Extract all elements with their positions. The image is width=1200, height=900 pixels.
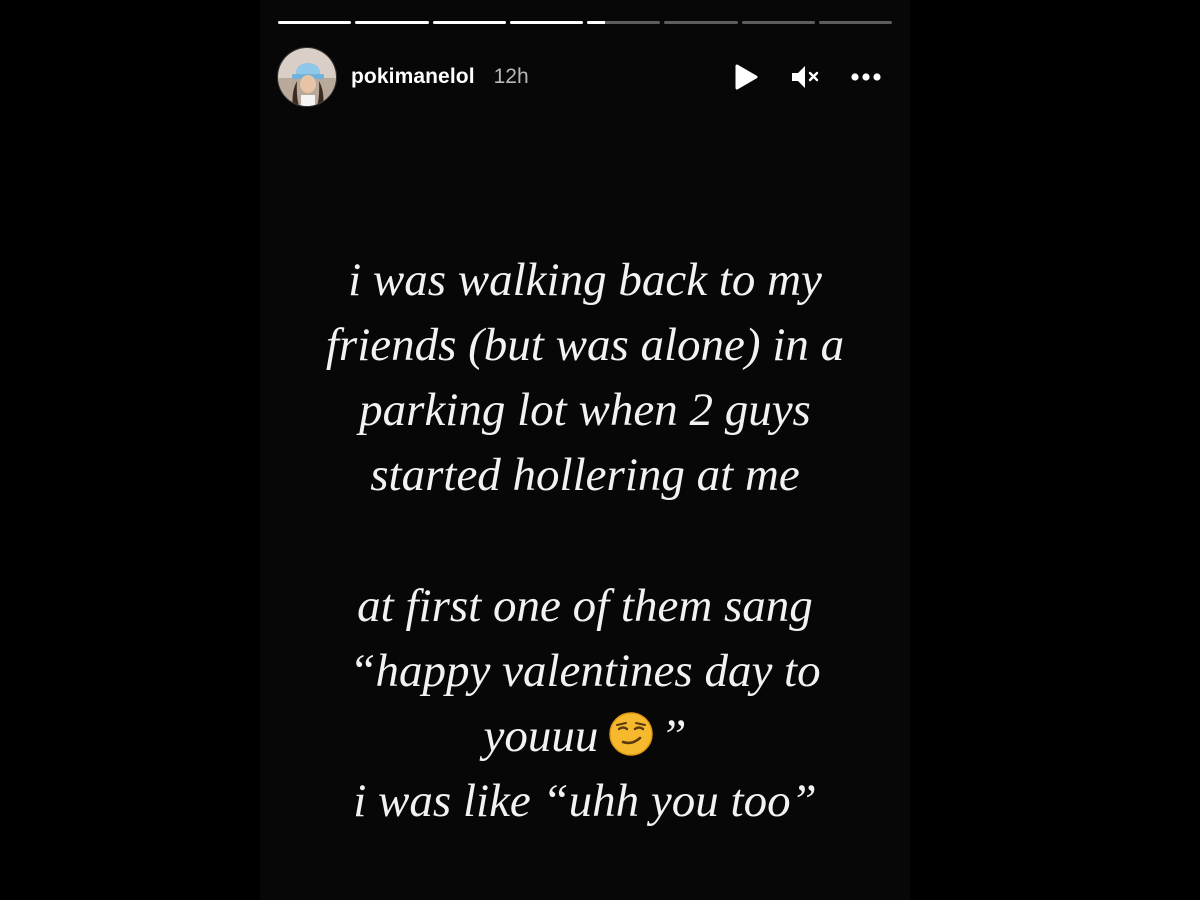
username[interactable]: pokimanelol: [351, 65, 475, 89]
more-options-icon: [851, 73, 881, 81]
story-text-line-with-emoji: youuu ”: [260, 704, 910, 769]
progress-segment: [664, 21, 738, 24]
mute-button[interactable]: [790, 61, 822, 93]
progress-segment: [509, 21, 583, 24]
play-icon: [735, 64, 758, 90]
smirking-face-emoji-icon: [609, 712, 654, 756]
story-text-fragment: youuu: [483, 710, 599, 762]
progress-segment: [278, 21, 352, 24]
progress-segment-current: [587, 21, 661, 24]
story-text-line: friends (but was alone) in a: [325, 319, 845, 371]
story-text-line: i was walking back to my: [348, 254, 822, 306]
story-text-line: i was like “uhh you too”: [353, 775, 817, 827]
post-timestamp: 12h: [493, 65, 529, 88]
progress-segment: [818, 21, 892, 24]
story-controls: [730, 61, 882, 93]
muted-speaker-icon: [792, 66, 819, 88]
story-header: pokimanelol 12h: [277, 46, 882, 108]
more-options-button[interactable]: [850, 61, 882, 93]
story-text-paragraph-2: at first one of them sang “happy valenti…: [260, 574, 910, 834]
story-progress-bar: [278, 21, 892, 24]
progress-segment: [355, 21, 429, 24]
story-text-line: at first one of them sang: [357, 580, 813, 632]
story-text-line: parking lot when 2 guys: [359, 384, 811, 436]
progress-segment: [432, 21, 506, 24]
profile-avatar[interactable]: [277, 47, 337, 107]
story-text-line: “happy valentines day to: [349, 645, 821, 697]
play-button[interactable]: [730, 61, 762, 93]
story-text-fragment: ”: [660, 710, 687, 762]
progress-segment: [741, 21, 815, 24]
story-viewer[interactable]: pokimanelol 12h i was walking back to my…: [260, 0, 910, 900]
avatar-photo-icon: [278, 48, 336, 106]
story-text-line: started hollering at me: [370, 449, 800, 501]
story-text-paragraph-1: i was walking back to my friends (but wa…: [260, 248, 910, 508]
